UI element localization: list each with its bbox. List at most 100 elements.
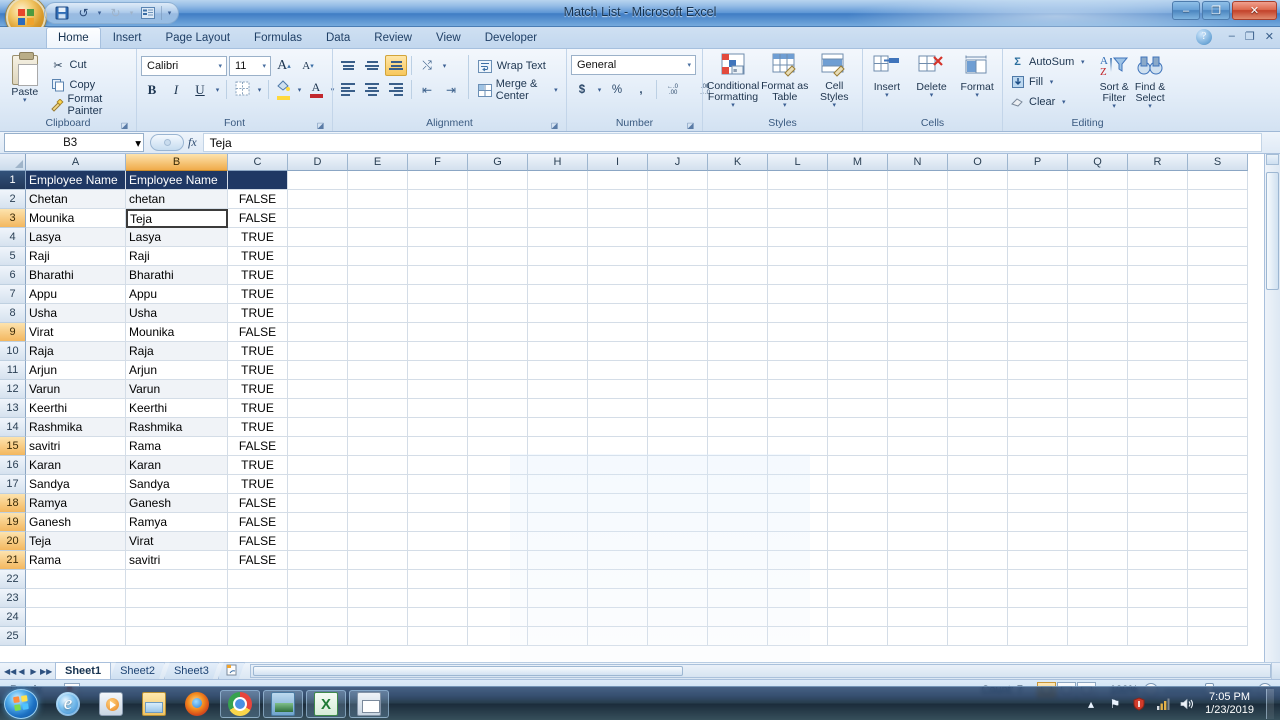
cell-O11[interactable] (948, 361, 1008, 380)
cell-E19[interactable] (348, 513, 408, 532)
cell-H14[interactable] (528, 418, 588, 437)
cell-D23[interactable] (288, 589, 348, 608)
row-header-17[interactable]: 17 (0, 475, 26, 494)
cell-H23[interactable] (528, 589, 588, 608)
cell-A14[interactable]: Rashmika (26, 418, 126, 437)
cell-B13[interactable]: Keerthi (126, 399, 228, 418)
cell-O5[interactable] (948, 247, 1008, 266)
cell-N14[interactable] (888, 418, 948, 437)
cell-E12[interactable] (348, 380, 408, 399)
cell-F12[interactable] (408, 380, 468, 399)
cell-S14[interactable] (1188, 418, 1248, 437)
cell-E18[interactable] (348, 494, 408, 513)
cell-R9[interactable] (1128, 323, 1188, 342)
cell-I18[interactable] (588, 494, 648, 513)
redo-caret-icon[interactable]: ▾ (127, 9, 136, 17)
cell-O12[interactable] (948, 380, 1008, 399)
row-header-2[interactable]: 2 (0, 190, 26, 209)
cell-G16[interactable] (468, 456, 528, 475)
cell-A2[interactable]: Chetan (26, 190, 126, 209)
cell-B9[interactable]: Mounika (126, 323, 228, 342)
cell-P19[interactable] (1008, 513, 1068, 532)
cell-D18[interactable] (288, 494, 348, 513)
cell-P8[interactable] (1008, 304, 1068, 323)
cell-O13[interactable] (948, 399, 1008, 418)
cell-C5[interactable]: TRUE (228, 247, 288, 266)
cell-N25[interactable] (888, 627, 948, 646)
font-name-combo[interactable]: Calibri ▾ (141, 55, 227, 76)
cell-F9[interactable] (408, 323, 468, 342)
cell-E15[interactable] (348, 437, 408, 456)
cell-K7[interactable] (708, 285, 768, 304)
cell-I24[interactable] (588, 608, 648, 627)
cell-G6[interactable] (468, 266, 528, 285)
cell-G11[interactable] (468, 361, 528, 380)
borders-caret-icon[interactable]: ▾ (255, 86, 264, 94)
cell-M8[interactable] (828, 304, 888, 323)
cell-Q12[interactable] (1068, 380, 1128, 399)
cell-D12[interactable] (288, 380, 348, 399)
cell-D10[interactable] (288, 342, 348, 361)
cell-B5[interactable]: Raji (126, 247, 228, 266)
cell-C20[interactable]: FALSE (228, 532, 288, 551)
cell-H1[interactable] (528, 171, 588, 190)
accounting-format-button[interactable]: $ (571, 79, 593, 100)
cell-D7[interactable] (288, 285, 348, 304)
cell-A25[interactable] (26, 627, 126, 646)
cell-H24[interactable] (528, 608, 588, 627)
cell-L15[interactable] (768, 437, 828, 456)
cell-L23[interactable] (768, 589, 828, 608)
cell-C12[interactable]: TRUE (228, 380, 288, 399)
cell-A18[interactable]: Ramya (26, 494, 126, 513)
cell-K2[interactable] (708, 190, 768, 209)
cell-O1[interactable] (948, 171, 1008, 190)
formula-input[interactable]: Teja (202, 133, 1262, 152)
sheet-tab-sheet3[interactable]: Sheet3 (164, 662, 219, 679)
cell-O9[interactable] (948, 323, 1008, 342)
cell-O4[interactable] (948, 228, 1008, 247)
cell-L6[interactable] (768, 266, 828, 285)
cell-K1[interactable] (708, 171, 768, 190)
cell-N7[interactable] (888, 285, 948, 304)
column-header-i[interactable]: I (588, 154, 648, 171)
column-header-e[interactable]: E (348, 154, 408, 171)
workbook-restore-button[interactable]: ❐ (1245, 30, 1255, 43)
cell-C8[interactable]: TRUE (228, 304, 288, 323)
cell-K5[interactable] (708, 247, 768, 266)
underline-caret-icon[interactable]: ▾ (213, 86, 222, 94)
cell-D1[interactable] (288, 171, 348, 190)
cell-I7[interactable] (588, 285, 648, 304)
start-button[interactable] (4, 688, 38, 719)
cell-N24[interactable] (888, 608, 948, 627)
cell-A15[interactable]: savitri (26, 437, 126, 456)
cell-G7[interactable] (468, 285, 528, 304)
cell-E24[interactable] (348, 608, 408, 627)
fill-button[interactable]: Fill ▾ (1007, 73, 1090, 91)
cell-M4[interactable] (828, 228, 888, 247)
redo-icon[interactable]: ↻ (105, 4, 126, 23)
cell-B19[interactable]: Ramya (126, 513, 228, 532)
help-icon[interactable]: ? (1196, 29, 1212, 45)
cell-D22[interactable] (288, 570, 348, 589)
cell-O15[interactable] (948, 437, 1008, 456)
formula-toggle-group[interactable] (150, 134, 184, 151)
cell-G20[interactable] (468, 532, 528, 551)
cell-Q3[interactable] (1068, 209, 1128, 228)
cell-A6[interactable]: Bharathi (26, 266, 126, 285)
cell-E10[interactable] (348, 342, 408, 361)
sheet-tab-sheet2[interactable]: Sheet2 (110, 662, 165, 679)
cell-I15[interactable] (588, 437, 648, 456)
row-header-20[interactable]: 20 (0, 532, 26, 551)
cell-F19[interactable] (408, 513, 468, 532)
cell-P10[interactable] (1008, 342, 1068, 361)
cell-H16[interactable] (528, 456, 588, 475)
cell-N11[interactable] (888, 361, 948, 380)
fill-color-button[interactable] (273, 79, 293, 100)
cell-J25[interactable] (648, 627, 708, 646)
cell-K17[interactable] (708, 475, 768, 494)
cell-P25[interactable] (1008, 627, 1068, 646)
tab-view[interactable]: View (424, 27, 473, 48)
cell-D14[interactable] (288, 418, 348, 437)
cell-Q6[interactable] (1068, 266, 1128, 285)
cell-B22[interactable] (126, 570, 228, 589)
